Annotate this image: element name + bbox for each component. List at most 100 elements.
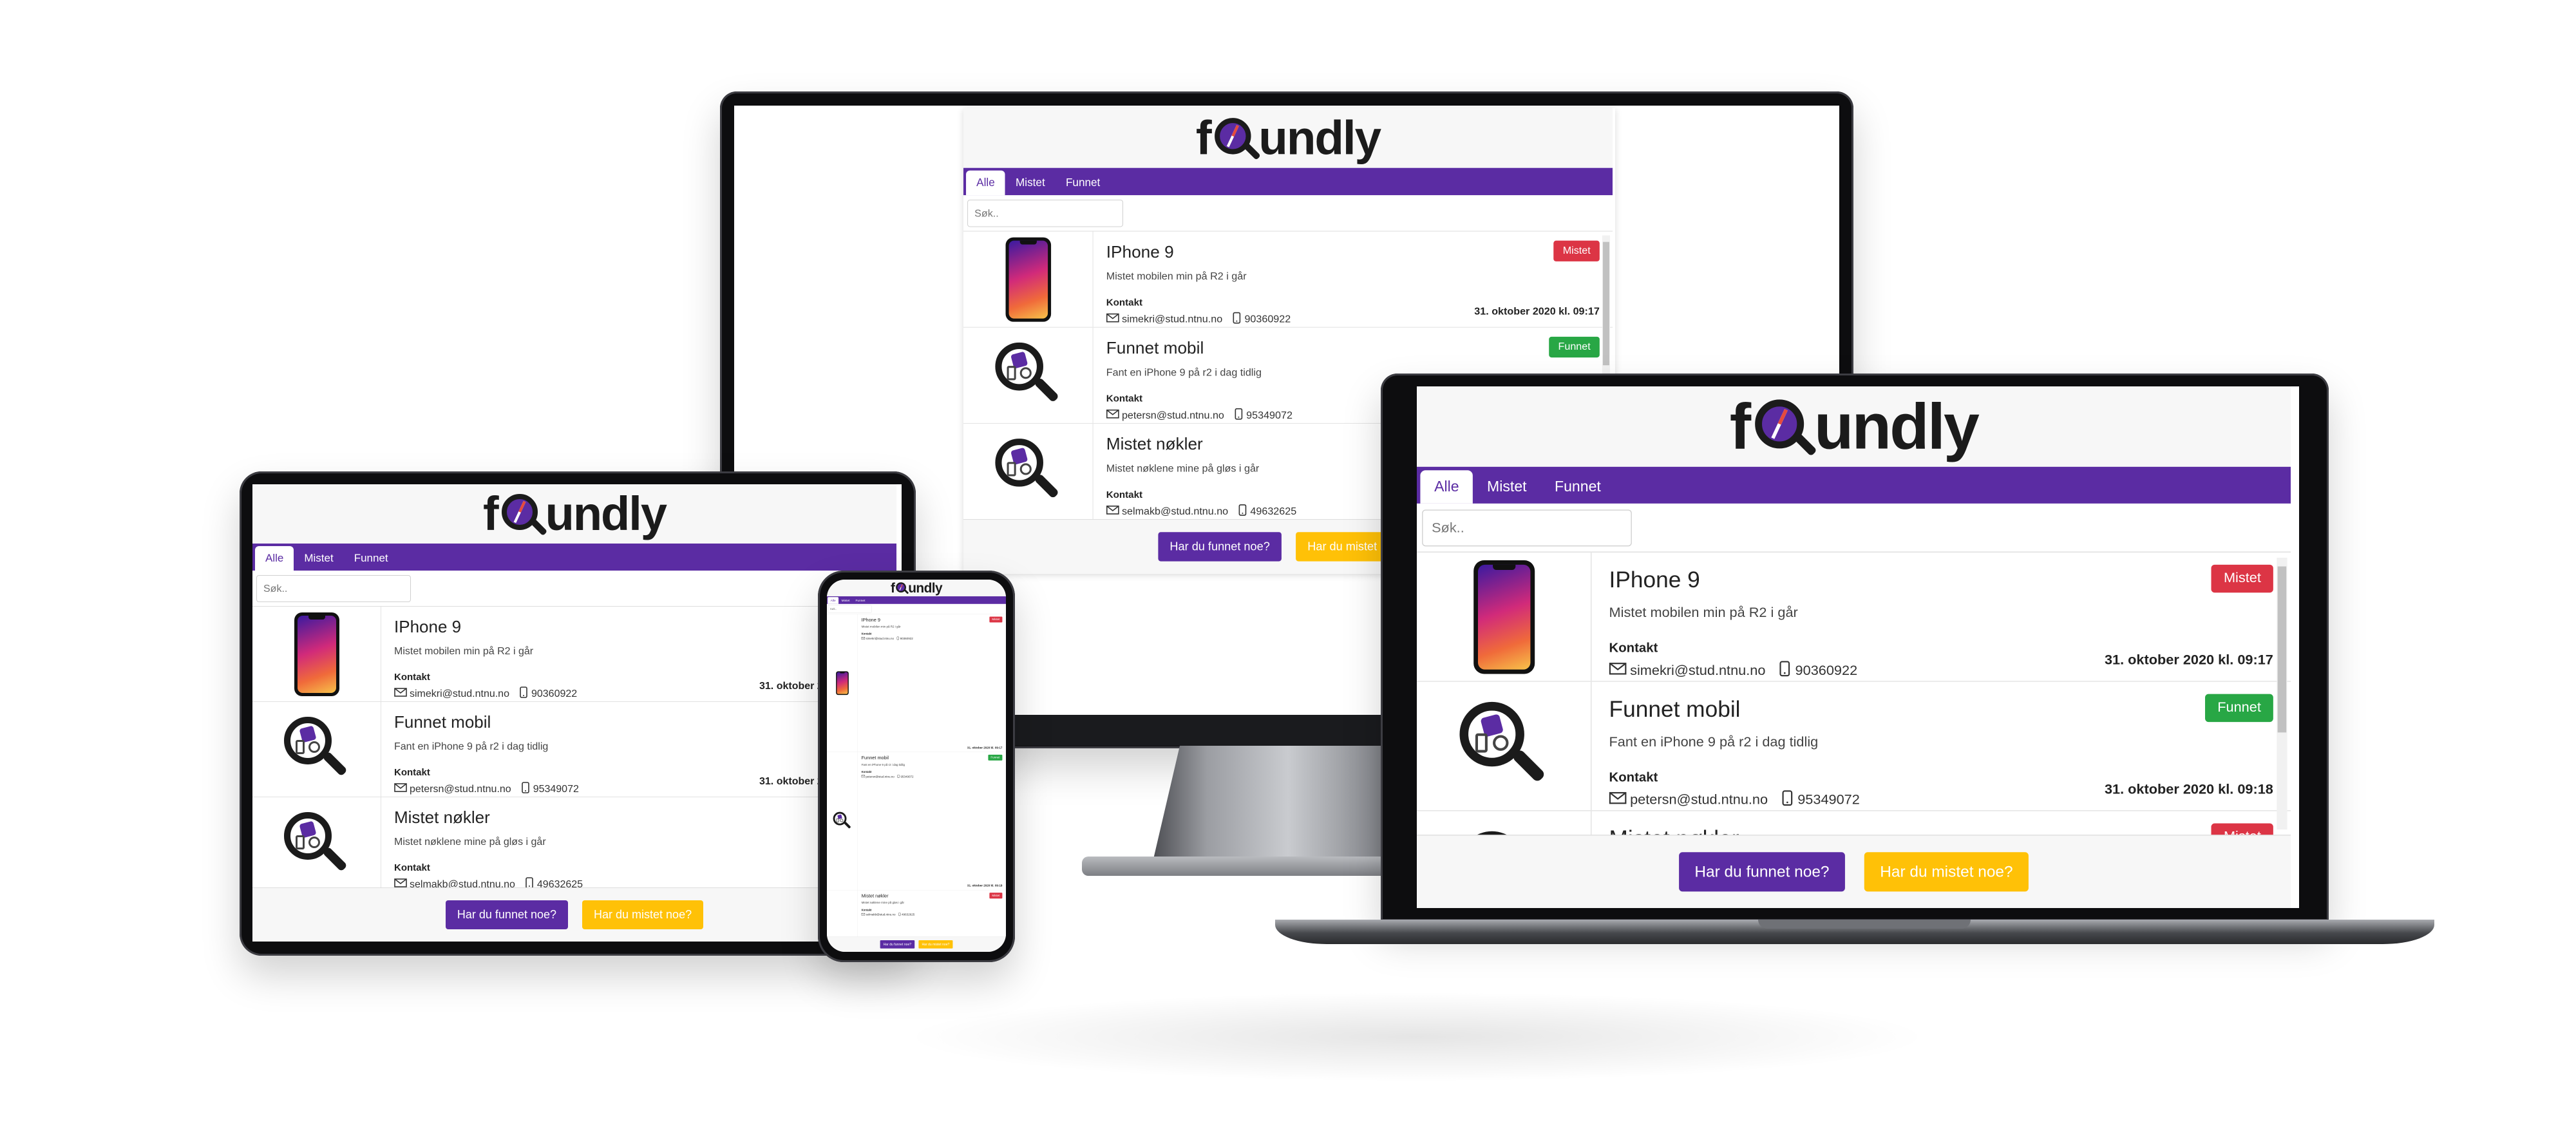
tab-funnet[interactable]: Funnet [1056,171,1111,195]
foundly-logo[interactable]: f undly [1196,114,1381,162]
list-item[interactable]: Funnet mobil Fant en iPhone 9 på r2 i da… [1417,681,2291,811]
list-scrollbar[interactable] [2277,557,2287,829]
list-item[interactable]: Funnet mobil Fant en iPhone 9 på r2 i da… [252,702,896,797]
contact-email[interactable]: selmakb@stud.ntnu.no [866,913,895,916]
item-description: Fant en iPhone 9 på r2 i dag tidlig [861,763,905,766]
report-lost-button[interactable]: Har du mistet noe? [1864,852,2029,892]
item-thumbnail [252,702,381,797]
contact-email[interactable]: petersn@stud.ntnu.no [1122,410,1224,421]
report-found-button[interactable]: Har du funnet noe? [880,940,915,949]
contact-email[interactable]: simekri@stud.ntnu.no [866,637,894,640]
item-title: IPhone 9 [1106,242,1174,261]
contact-phone[interactable]: 90360922 [1795,663,1858,678]
item-thumbnail [827,614,858,752]
contact-phone[interactable]: 95349072 [1246,410,1293,421]
item-description: Mistet mobilen min på R2 i går [1106,271,1247,283]
list-item[interactable]: Mistet nøkler Mistet nøklene mine på glø… [1417,811,2291,835]
item-description: Mistet mobilen min på R2 i går [394,646,534,657]
status-badge: Funnet [1549,336,1600,358]
magnifier-icon [1455,698,1551,794]
tab-mistet[interactable]: Mistet [294,546,343,571]
item-title: IPhone 9 [394,617,462,636]
item-title: Mistet nøkler [394,808,490,827]
contact-phone[interactable]: 49632625 [1250,506,1296,517]
search-input[interactable]: Søk.. [1422,509,1632,546]
search-input[interactable]: Søk.. [828,605,872,613]
search-bar: Søk.. [1417,504,2291,553]
list-item[interactable]: IPhone 9 Mistet mobilen min på R2 i går … [1417,552,2291,682]
contact-phone[interactable]: 90360922 [1244,314,1291,325]
list-item[interactable]: IPhone 9 Mistet mobilen min på R2 i går … [252,607,896,702]
search-input[interactable]: Søk.. [967,199,1123,227]
report-found-button[interactable]: Har du funnet noe? [445,900,569,929]
tab-funnet[interactable]: Funnet [344,546,399,571]
contact-email[interactable]: petersn@stud.ntnu.no [1630,792,1768,808]
envelope-icon [861,913,866,916]
list-item[interactable]: Mistet nøkler Mistet nøklene mine på glø… [827,890,1006,937]
report-lost-button[interactable]: Har du mistet noe? [918,940,953,949]
tab-mistet[interactable]: Mistet [838,597,853,604]
search-input[interactable]: Søk.. [256,574,411,602]
contact-email[interactable]: selmakb@stud.ntnu.no [1122,506,1228,517]
compass-magnifier-icon [1212,115,1261,161]
contact-phone[interactable]: 90360922 [531,688,577,700]
status-badge: Funnet [988,754,1003,761]
contact-info: petersn@stud.ntnu.no 95349072 [861,774,1003,779]
tab-funnet[interactable]: Funnet [1540,470,1615,504]
tab-alle[interactable]: Alle [966,170,1005,196]
magnifier-icon [832,811,852,831]
item-list[interactable]: IPhone 9 Mistet mobilen min på R2 i går … [252,607,896,887]
foundly-logo[interactable]: f undly [1730,394,1980,459]
contact-phone[interactable]: 49632625 [537,879,583,888]
foundly-logo[interactable]: f undly [891,580,943,596]
phone-icon [294,612,339,696]
magnifier-icon [1455,828,1551,835]
item-description: Mistet nøklene mine på gløs i går [394,837,546,848]
item-body: Funnet mobil Fant en iPhone 9 på r2 i da… [858,752,1006,890]
list-item[interactable]: Mistet nøkler Mistet nøklene mine på glø… [252,797,896,887]
list-item[interactable]: IPhone 9 Mistet mobilen min på R2 i går … [827,614,1006,752]
item-description: Mistet mobilen min på R2 i går [1609,605,1798,621]
search-bar: Søk.. [252,571,896,607]
tab-alle[interactable]: Alle [828,597,839,604]
item-title: Mistet nøkler [861,893,889,899]
contact-email[interactable]: selmakb@stud.ntnu.no [410,879,515,888]
item-title: Funnet mobil [1106,337,1204,358]
tab-mistet[interactable]: Mistet [1473,470,1540,504]
contact-email[interactable]: simekri@stud.ntnu.no [1630,663,1765,678]
list-item[interactable]: IPhone 9 Mistet mobilen min på R2 i går … [963,231,1613,328]
report-lost-button[interactable]: Har du mistet noe? [582,900,704,929]
mobile-phone-icon [526,877,533,887]
item-description: Fant en iPhone 9 på r2 i dag tidlig [394,741,549,752]
tab-mistet[interactable]: Mistet [1005,171,1056,195]
contact-phone[interactable]: 90360922 [900,637,913,640]
item-thumbnail [252,797,381,887]
tab-alle[interactable]: Alle [1420,470,1473,504]
contact-phone[interactable]: 95349072 [1797,792,1860,808]
item-list[interactable]: IPhone 9 Mistet mobilen min på R2 i går … [827,614,1006,937]
contact-email[interactable]: petersn@stud.ntnu.no [866,775,894,779]
envelope-icon [861,775,866,778]
contact-email[interactable]: simekri@stud.ntnu.no [1122,314,1222,325]
contact-email[interactable]: simekri@stud.ntnu.no [410,688,509,700]
item-list[interactable]: IPhone 9 Mistet mobilen min på R2 i går … [1417,552,2291,835]
foundly-logo[interactable]: f undly [483,490,667,538]
list-item[interactable]: Funnet mobil Fant en iPhone 9 på r2 i da… [827,752,1006,891]
compass-magnifier-icon [895,582,909,594]
envelope-icon [1106,313,1119,326]
contact-phone[interactable]: 49632625 [902,913,914,916]
item-thumbnail [963,327,1094,423]
logo-text-end: undly [908,580,943,596]
tab-funnet[interactable]: Funnet [853,597,868,604]
status-badge: Mistet [989,616,1003,623]
magnifier-icon [281,810,352,880]
action-footer: Har du funnet noe? Har du mistet noe? [252,887,896,942]
item-body: Funnet mobil Fant en iPhone 9 på r2 i da… [1591,682,2291,810]
report-found-button[interactable]: Har du funnet noe? [1158,532,1282,562]
contact-phone[interactable]: 95349072 [533,784,579,795]
tab-alle[interactable]: Alle [255,546,294,571]
contact-email[interactable]: petersn@stud.ntnu.no [410,784,511,795]
contact-phone[interactable]: 95349072 [900,775,913,779]
item-body: IPhone 9 Mistet mobilen min på R2 i går … [1094,232,1613,327]
report-found-button[interactable]: Har du funnet noe? [1678,852,1845,892]
